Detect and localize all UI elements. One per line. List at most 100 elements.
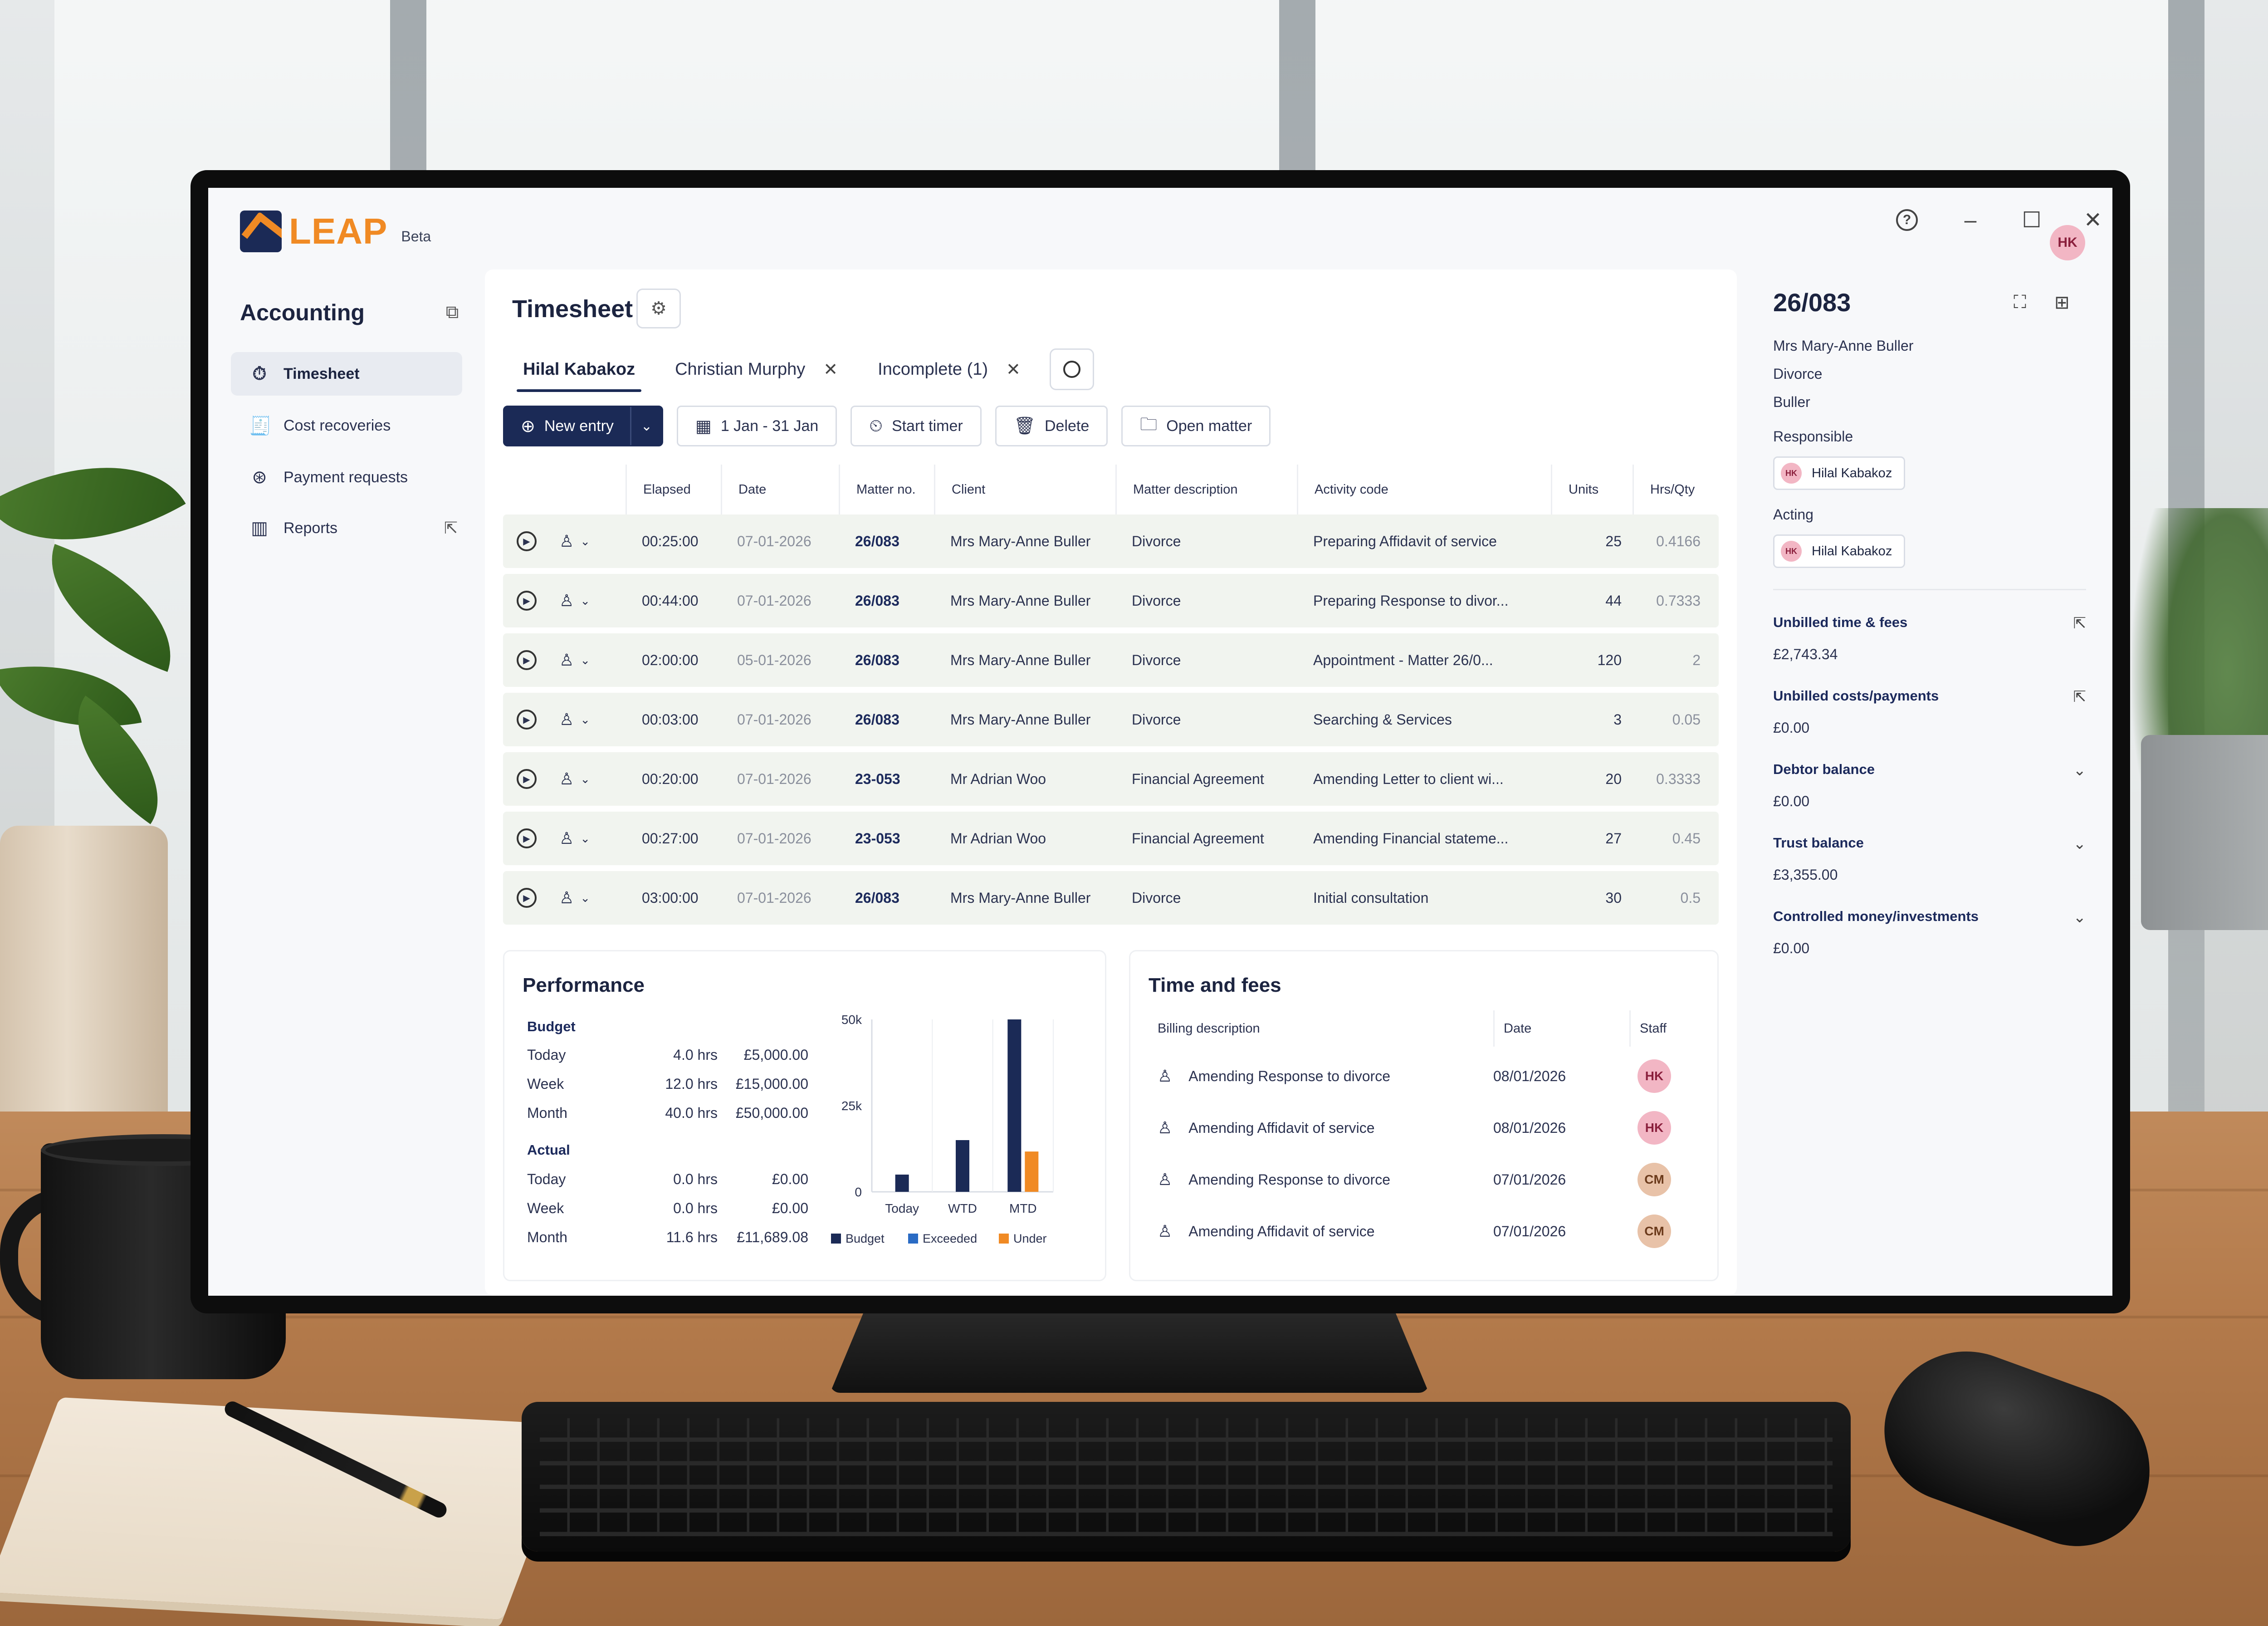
column-header[interactable]: Elapsed: [626, 465, 721, 514]
play-icon[interactable]: ▶: [517, 591, 537, 611]
external-link-icon[interactable]: ⇱: [2073, 614, 2087, 632]
column-header[interactable]: Date: [1493, 1010, 1629, 1047]
user-avatar[interactable]: HK: [2050, 225, 2085, 260]
avatar: HK: [1637, 1111, 1671, 1145]
chevron-down-icon[interactable]: ⌄: [580, 832, 590, 846]
column-header[interactable]: Units: [1551, 465, 1633, 514]
chevron-down-icon[interactable]: ⌄: [580, 653, 590, 667]
table-header: Elapsed Date Matter no. Client Matter de…: [503, 465, 1719, 514]
period-label: Month: [527, 1105, 567, 1121]
responsible-label: Responsible: [1773, 428, 1853, 445]
add-tab-button[interactable]: [1049, 348, 1094, 390]
table-row[interactable]: ▶ ♙ ⌄ 00:03:00 07-01-2026 26/083 Mrs Mary-Anne…: [503, 693, 1719, 746]
tab-incomplete[interactable]: Incomplete (1) ✕: [858, 347, 1041, 392]
person-icon[interactable]: ♙: [559, 651, 574, 670]
person-icon[interactable]: ♙: [559, 532, 574, 551]
close-tab-icon[interactable]: ✕: [1006, 359, 1021, 380]
financial-section-label[interactable]: Debtor balance ⌄: [1773, 761, 2087, 779]
chevron-down-icon[interactable]: ⌄: [580, 713, 590, 727]
grid-icon[interactable]: ⊞: [2054, 292, 2070, 313]
legend-swatch: [908, 1234, 918, 1244]
column-header[interactable]: Client: [934, 465, 1115, 514]
open-matter-button[interactable]: 🗀 Open matter: [1121, 406, 1271, 446]
maximize-button[interactable]: ☐: [2016, 204, 2048, 236]
person-icon[interactable]: ♙: [559, 829, 574, 848]
row-actions: ▶ ♙ ⌄: [503, 650, 626, 670]
tab-hilal-kabakoz[interactable]: Hilal Kabakoz: [503, 347, 655, 392]
sidebar-collapse-icon[interactable]: ⧉: [440, 299, 465, 325]
cell-matter-no: 26/083: [855, 889, 899, 906]
play-icon[interactable]: ▶: [517, 828, 537, 848]
chevron-down-icon[interactable]: ⌄: [630, 407, 662, 445]
delete-button[interactable]: 🗑 Delete: [995, 406, 1108, 446]
column-header[interactable]: Matter description: [1115, 465, 1297, 514]
person-icon[interactable]: ♙: [559, 710, 574, 729]
tab-christian-murphy[interactable]: Christian Murphy ✕: [655, 347, 858, 392]
column-header[interactable]: Matter no.: [839, 465, 934, 514]
table-row[interactable]: ▶ ♙ ⌄ 00:27:00 07-01-2026 23-053 Mr Adrian Woo…: [503, 812, 1719, 865]
help-button[interactable]: ?: [1891, 204, 1923, 236]
table-row[interactable]: ▶ ♙ ⌄ 00:25:00 07-01-2026 26/083 Mrs Mary-Anne…: [503, 514, 1719, 568]
cell-units: 20: [1605, 770, 1622, 787]
person-icon[interactable]: ♙: [559, 769, 574, 789]
play-icon[interactable]: ▶: [517, 769, 537, 789]
expand-icon[interactable]: ⛶: [2014, 292, 2026, 313]
hours-value: 4.0 hrs: [673, 1047, 718, 1063]
cell-activity-code: Amending Financial stateme...: [1313, 830, 1509, 847]
list-item[interactable]: ♙ Amending Response to divorce 08/01/2026 H…: [1149, 1051, 1679, 1101]
list-item[interactable]: ♙ Amending Response to divorce 07/01/2026 C…: [1149, 1155, 1679, 1205]
play-icon[interactable]: ▶: [517, 888, 537, 908]
billing-description-text: Amending Affidavit of service: [1188, 1223, 1375, 1239]
cell-units: 25: [1605, 533, 1622, 549]
person-icon[interactable]: ♙: [559, 888, 574, 907]
sidebar-item-cost-recoveries[interactable]: 🧾 Cost recoveries: [231, 404, 462, 447]
play-icon[interactable]: ▶: [517, 650, 537, 670]
chevron-down-icon[interactable]: ⌄: [580, 534, 590, 549]
play-icon[interactable]: ▶: [517, 710, 537, 730]
table-row[interactable]: ▶ ♙ ⌄ 02:00:00 05-01-2026 26/083 Mrs Mary-Anne…: [503, 633, 1719, 687]
new-entry-button[interactable]: ⊕ New entry ⌄: [503, 406, 663, 446]
legend-swatch: [999, 1234, 1009, 1244]
date-range-button[interactable]: ▦ 1 Jan - 31 Jan: [676, 406, 837, 446]
financial-section-label[interactable]: Controlled money/investments ⌄: [1773, 908, 2087, 926]
table-row[interactable]: ▶ ♙ ⌄ 00:20:00 07-01-2026 23-053 Mr Adrian Woo…: [503, 752, 1719, 806]
external-link-icon[interactable]: ⇱: [2073, 688, 2087, 706]
table-row[interactable]: ▶ ♙ ⌄ 03:00:00 07-01-2026 26/083 Mrs Mary-Anne…: [503, 871, 1719, 925]
list-item[interactable]: ♙ Amending Affidavit of service 07/01/2026…: [1149, 1206, 1679, 1256]
chevron-down-icon[interactable]: ⌄: [580, 594, 590, 608]
chevron-down-icon[interactable]: ⌄: [2073, 835, 2087, 853]
close-button[interactable]: ✕: [2077, 204, 2109, 236]
cell-units: 3: [1613, 711, 1622, 728]
column-header[interactable]: Date: [721, 465, 839, 514]
performance-card: Performance Budget Today 4.0 hrs £5,000.00…: [503, 950, 1106, 1281]
chevron-down-icon[interactable]: ⌄: [2073, 761, 2087, 779]
sidebar-item-timesheet[interactable]: ⏱ Timesheet: [231, 352, 462, 396]
chevron-down-icon[interactable]: ⌄: [580, 772, 590, 786]
chevron-down-icon[interactable]: ⌄: [580, 891, 590, 905]
column-header[interactable]: Hrs/Qty: [1633, 465, 1719, 514]
sidebar-item-payment-requests[interactable]: ⊛ Payment requests: [231, 455, 462, 499]
financial-section-label[interactable]: Unbilled costs/payments ⇱: [1773, 688, 2087, 706]
tab-label: Christian Murphy: [675, 359, 806, 379]
start-timer-button[interactable]: ⏲ Start timer: [850, 406, 982, 446]
responsible-chip[interactable]: HK Hilal Kabakoz: [1773, 456, 1906, 490]
list-item[interactable]: ♙ Amending Affidavit of service 08/01/2026…: [1149, 1103, 1679, 1153]
financial-section-label[interactable]: Unbilled time & fees ⇱: [1773, 614, 2087, 632]
close-tab-icon[interactable]: ✕: [823, 359, 838, 380]
sidebar-item-reports[interactable]: ▥ Reports ⇱: [231, 506, 462, 550]
legend-label: Under: [1013, 1232, 1047, 1245]
minimize-button[interactable]: –: [1955, 204, 1986, 236]
column-header[interactable]: Billing description: [1149, 1010, 1493, 1047]
person-icon[interactable]: ♙: [559, 591, 574, 610]
play-icon[interactable]: ▶: [517, 531, 537, 551]
column-header[interactable]: Staff: [1629, 1010, 1679, 1047]
financial-section-label[interactable]: Trust balance ⌄: [1773, 835, 2087, 853]
column-header[interactable]: Activity code: [1297, 465, 1551, 514]
settings-gear-icon[interactable]: ⚙: [636, 289, 681, 328]
avatar: CM: [1637, 1215, 1671, 1248]
chevron-down-icon[interactable]: ⌄: [2073, 908, 2087, 926]
cell-date: 07-01-2026: [737, 711, 811, 728]
table-row[interactable]: ▶ ♙ ⌄ 00:44:00 07-01-2026 26/083 Mrs Mary-Anne…: [503, 574, 1719, 627]
row-actions: ▶ ♙ ⌄: [503, 888, 626, 908]
acting-chip[interactable]: HK Hilal Kabakoz: [1773, 534, 1906, 568]
